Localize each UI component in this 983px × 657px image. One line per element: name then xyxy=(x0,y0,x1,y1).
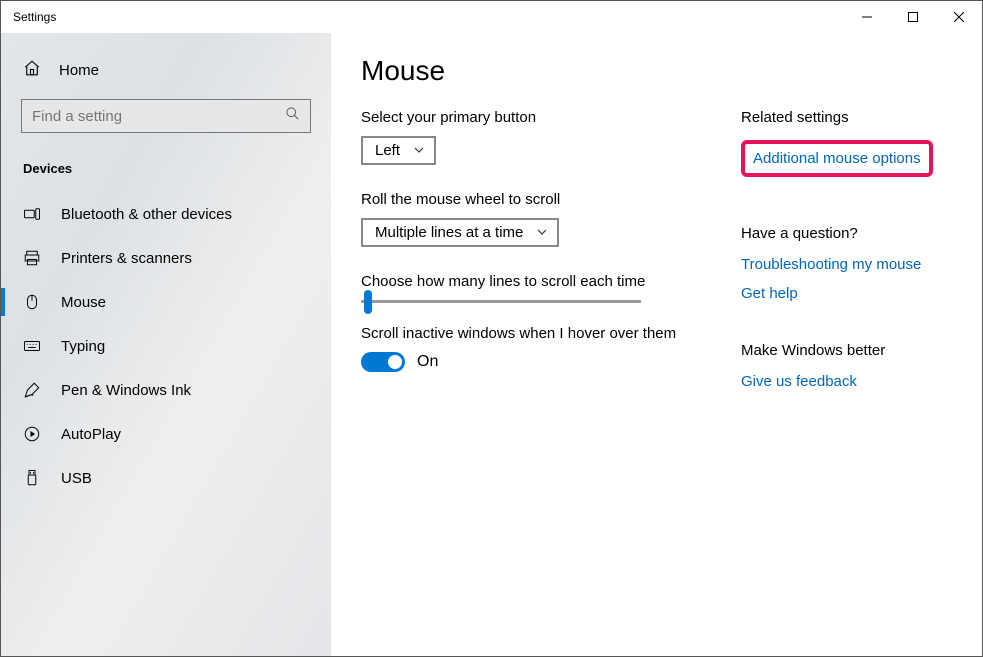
lines-scroll-label: Choose how many lines to scroll each tim… xyxy=(361,273,681,290)
hover-scroll-toggle[interactable] xyxy=(361,352,405,372)
search-input[interactable] xyxy=(32,108,246,125)
dropdown-value: Left xyxy=(375,142,400,159)
sidebar-item-label: Bluetooth & other devices xyxy=(61,206,232,223)
toggle-state-label: On xyxy=(417,353,438,371)
pen-icon xyxy=(23,381,41,399)
autoplay-icon xyxy=(23,425,41,443)
troubleshoot-mouse-link[interactable]: Troubleshooting my mouse xyxy=(741,256,952,273)
sidebar-item-pen[interactable]: Pen & Windows Ink xyxy=(1,368,331,412)
sidebar-item-label: USB xyxy=(61,470,92,487)
content-area: Mouse Select your primary button Left Ro… xyxy=(331,33,982,656)
home-label: Home xyxy=(59,62,99,79)
make-windows-better-heading: Make Windows better xyxy=(741,342,952,359)
sidebar-item-label: Mouse xyxy=(61,294,106,311)
home-nav[interactable]: Home xyxy=(1,53,331,99)
related-settings-heading: Related settings xyxy=(741,109,952,126)
home-icon xyxy=(23,59,41,81)
chevron-down-icon xyxy=(414,142,424,159)
sidebar-item-label: Printers & scanners xyxy=(61,250,192,267)
keyboard-icon xyxy=(23,337,41,355)
window-title: Settings xyxy=(13,10,56,24)
sidebar-item-typing[interactable]: Typing xyxy=(1,324,331,368)
primary-button-label: Select your primary button xyxy=(361,109,681,126)
search-box[interactable] xyxy=(21,99,311,133)
maximize-button[interactable] xyxy=(890,1,936,33)
hover-scroll-label: Scroll inactive windows when I hover ove… xyxy=(361,325,681,342)
sidebar-item-label: Typing xyxy=(61,338,105,355)
sidebar-item-usb[interactable]: USB xyxy=(1,456,331,500)
feedback-link[interactable]: Give us feedback xyxy=(741,373,952,390)
roll-wheel-dropdown[interactable]: Multiple lines at a time xyxy=(361,218,559,247)
additional-mouse-options-link[interactable]: Additional mouse options xyxy=(753,150,921,167)
sidebar-item-mouse[interactable]: Mouse xyxy=(1,280,331,324)
sidebar-item-autoplay[interactable]: AutoPlay xyxy=(1,412,331,456)
get-help-link[interactable]: Get help xyxy=(741,285,952,302)
search-icon xyxy=(285,106,300,126)
sidebar-item-label: AutoPlay xyxy=(61,426,121,443)
devices-icon xyxy=(23,205,41,223)
dropdown-value: Multiple lines at a time xyxy=(375,224,523,241)
title-bar: Settings xyxy=(1,1,982,33)
primary-button-dropdown[interactable]: Left xyxy=(361,136,436,165)
sidebar-item-bluetooth[interactable]: Bluetooth & other devices xyxy=(1,192,331,236)
sidebar-item-printers[interactable]: Printers & scanners xyxy=(1,236,331,280)
chevron-down-icon xyxy=(537,224,547,241)
lines-scroll-slider[interactable] xyxy=(361,300,641,303)
sidebar-item-label: Pen & Windows Ink xyxy=(61,382,191,399)
question-heading: Have a question? xyxy=(741,225,952,242)
highlight-annotation: Additional mouse options xyxy=(741,140,933,177)
roll-wheel-label: Roll the mouse wheel to scroll xyxy=(361,191,681,208)
window-controls xyxy=(844,1,982,33)
slider-thumb[interactable] xyxy=(364,290,372,314)
page-title: Mouse xyxy=(361,55,681,87)
usb-icon xyxy=(23,469,41,487)
sidebar: Home Devices Bluetooth & other devices P… xyxy=(1,33,331,656)
close-button[interactable] xyxy=(936,1,982,33)
mouse-icon xyxy=(23,293,41,311)
section-header: Devices xyxy=(1,153,331,192)
minimize-button[interactable] xyxy=(844,1,890,33)
printer-icon xyxy=(23,249,41,267)
